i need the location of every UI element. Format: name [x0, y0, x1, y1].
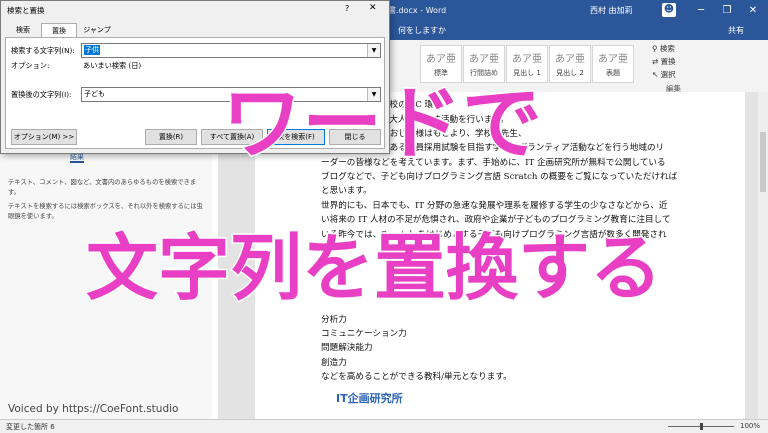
minimize-button[interactable]: ─	[690, 2, 712, 20]
find-input[interactable]: 子供 ▼	[81, 43, 381, 58]
dialog-title: 検索と置換	[7, 6, 45, 15]
replace-value: 子ども	[84, 90, 105, 98]
style-preview: あア亜	[512, 54, 542, 65]
options-value: あいまい検索 (日)	[83, 61, 142, 70]
style-name: 見出し 2	[556, 69, 584, 77]
tab-results[interactable]: 結果	[70, 153, 84, 163]
options-button[interactable]: オプション(M) >>	[11, 129, 77, 145]
overlay-title-line1: ワードで	[221, 77, 544, 170]
user-name[interactable]: 西村 由加莉	[590, 5, 633, 16]
cursor-icon: ↖	[652, 70, 661, 79]
select-ribbon-button[interactable]: ↖ 選択	[652, 68, 762, 81]
voiced-credit: Voiced by https://CoeFont.studio	[8, 403, 179, 415]
document-line: ブログなどで、子ども向けプログラミング言語 Scratch の概要をご覧になって…	[321, 172, 678, 182]
brand-logo: IT企画研究所	[336, 392, 403, 405]
search-icon: ⚲	[652, 44, 660, 53]
style-name: 表題	[606, 69, 620, 77]
style-title[interactable]: あア亜 表題	[592, 45, 634, 83]
zoom-level[interactable]: 100%	[740, 422, 760, 430]
close-window-button[interactable]: ✕	[742, 2, 764, 20]
find-label: 検索する文字列(N):	[11, 46, 75, 55]
document-line: 分析力	[321, 315, 347, 325]
find-value: 子供	[84, 45, 100, 55]
find-label: 検索	[659, 44, 675, 53]
chevron-down-icon[interactable]: ▼	[367, 44, 380, 57]
share-button[interactable]: 共有	[728, 25, 744, 36]
style-heading2[interactable]: あア亜見出し 2	[549, 45, 591, 83]
replace-icon: ⇄	[652, 57, 661, 66]
dialog-close-icon[interactable]: ✕	[369, 3, 377, 13]
help-button[interactable]: ?	[345, 4, 349, 13]
select-label: 選択	[660, 70, 676, 79]
document-line: コミュニケーション力	[321, 329, 407, 339]
replace-label: 置換後の文字列(I):	[11, 90, 72, 99]
document-line: と思います。	[321, 186, 372, 196]
document-line: などを高めることができる教科/単元となります。	[321, 372, 512, 382]
changes-count: 変更した箇所 6	[6, 423, 55, 431]
scroll-thumb[interactable]	[760, 132, 766, 192]
replace-button[interactable]: 置換(R)	[145, 129, 197, 145]
document-line: 問題解決能力	[321, 343, 373, 353]
editing-group: ⚲ 検索 ⇄ 置換 ↖ 選択 編集	[652, 42, 762, 93]
tab-replace[interactable]: 置換	[41, 23, 77, 38]
restore-button[interactable]: ❐	[716, 2, 738, 20]
zoom-slider-handle[interactable]	[700, 423, 703, 430]
style-preview: あア亜	[469, 54, 499, 65]
document-line: 創造力	[321, 358, 347, 368]
status-bar: 変更した箇所 6 100%	[0, 419, 768, 433]
style-preview: あア亜	[426, 54, 456, 65]
nav-help-text-2: テキストを検索するには検索ボックスを、それ以外を検索するには虫眼鏡を使います。	[8, 203, 203, 220]
replace-label: 置換	[660, 57, 676, 66]
overlay-title-line2: 文字列を置換する	[84, 226, 663, 310]
person-icon[interactable]: ☻	[662, 3, 676, 17]
find-ribbon-button[interactable]: ⚲ 検索	[652, 42, 762, 55]
tab-goto[interactable]: ジャンプ	[77, 23, 117, 37]
nav-help-text-1: テキスト、コメント、図など、文書内のあらゆるものを検索できます。	[8, 179, 197, 196]
options-label: オプション:	[11, 61, 50, 70]
document-line: 世界的にも、日本でも、IT 分野の急速な発展や理系を履修する学生の少なさなどから…	[321, 201, 668, 211]
tab-find[interactable]: 検索	[5, 23, 41, 37]
replace-ribbon-button[interactable]: ⇄ 置換	[652, 55, 762, 68]
style-preview: あア亜	[555, 54, 585, 65]
style-preview: あア亜	[598, 54, 628, 65]
document-line: い将来の IT 人材の不足が危惧され、政府や企業が子どものプログラミング教育に注…	[321, 215, 671, 225]
tell-me-box[interactable]: 何をしますか	[398, 25, 446, 36]
vertical-scrollbar[interactable]	[758, 92, 768, 419]
